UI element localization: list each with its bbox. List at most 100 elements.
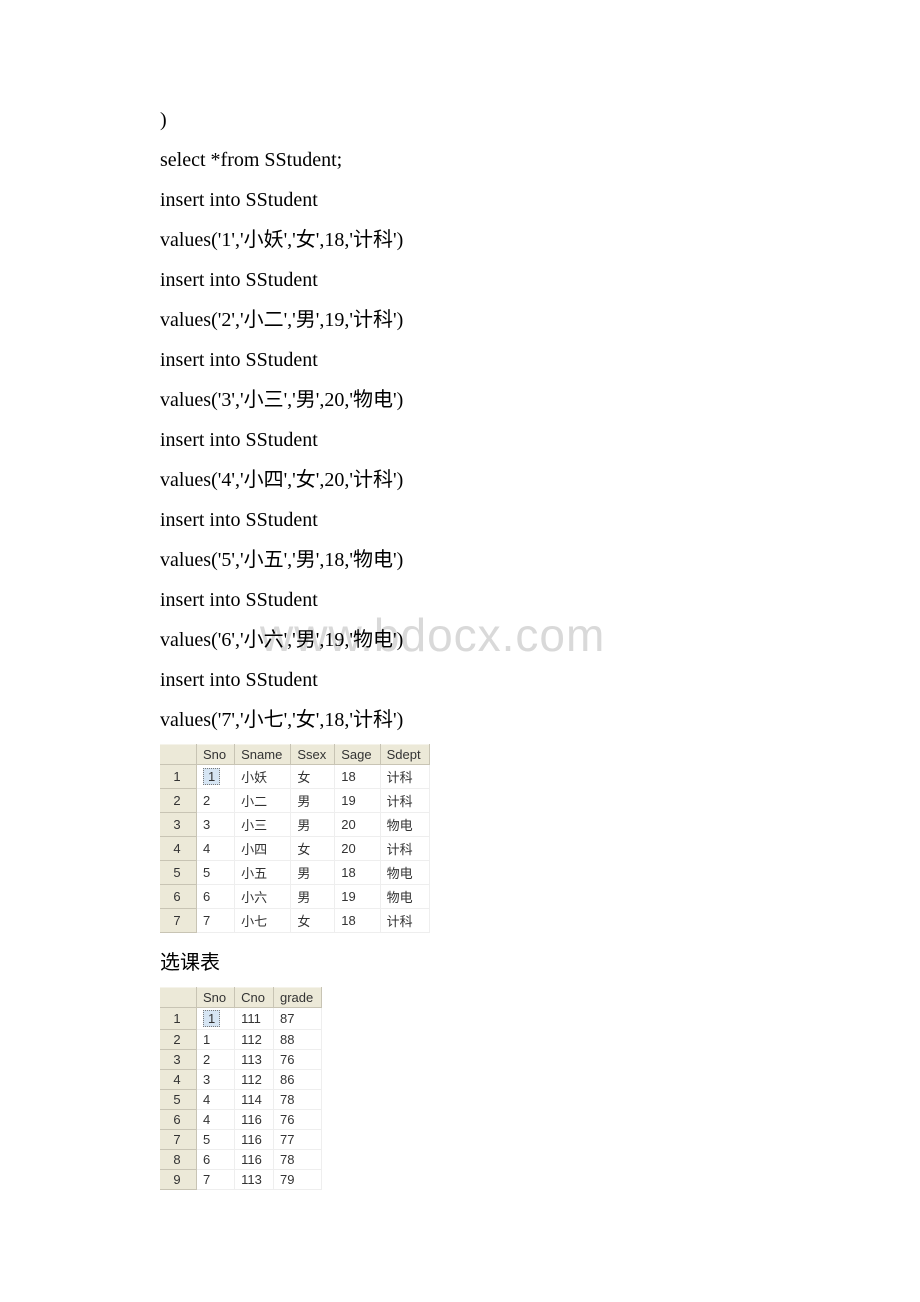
cell-sdept[interactable]: 计科 xyxy=(380,909,429,933)
cell-ssex[interactable]: 男 xyxy=(291,813,335,837)
cell-grade[interactable]: 77 xyxy=(274,1130,322,1150)
table-row[interactable]: 6 4 116 76 xyxy=(160,1110,322,1130)
cell-cno[interactable]: 113 xyxy=(235,1050,274,1070)
cell-grade[interactable]: 88 xyxy=(274,1030,322,1050)
cell-cno[interactable]: 116 xyxy=(235,1110,274,1130)
table-row[interactable]: 4 3 112 86 xyxy=(160,1070,322,1090)
row-number[interactable]: 9 xyxy=(160,1170,197,1190)
col-header[interactable]: Sdept xyxy=(380,745,429,765)
cell-sname[interactable]: 小七 xyxy=(235,909,291,933)
cell-cno[interactable]: 112 xyxy=(235,1070,274,1090)
selected-cell[interactable]: 1 xyxy=(203,768,220,785)
table-row[interactable]: 7 7 小七 女 18 计科 xyxy=(160,909,429,933)
cell-grade[interactable]: 79 xyxy=(274,1170,322,1190)
table-row[interactable]: 3 2 113 76 xyxy=(160,1050,322,1070)
cell-sname[interactable]: 小五 xyxy=(235,861,291,885)
table-row[interactable]: 2 2 小二 男 19 计科 xyxy=(160,789,429,813)
table-row[interactable]: 2 1 112 88 xyxy=(160,1030,322,1050)
cell-sno[interactable]: 6 xyxy=(197,885,235,909)
table-row[interactable]: 4 4 小四 女 20 计科 xyxy=(160,837,429,861)
cell-sage[interactable]: 18 xyxy=(335,861,380,885)
cell-ssex[interactable]: 女 xyxy=(291,765,335,789)
selected-cell[interactable]: 1 xyxy=(203,1010,220,1027)
cell-cno[interactable]: 113 xyxy=(235,1170,274,1190)
table-row[interactable]: 1 1 111 87 xyxy=(160,1008,322,1030)
row-number[interactable]: 2 xyxy=(160,1030,197,1050)
table-row[interactable]: 8 6 116 78 xyxy=(160,1150,322,1170)
row-number[interactable]: 7 xyxy=(160,909,197,933)
cell-grade[interactable]: 78 xyxy=(274,1150,322,1170)
cell-sno[interactable]: 4 xyxy=(197,837,235,861)
cell-sname[interactable]: 小六 xyxy=(235,885,291,909)
cell-sno[interactable]: 7 xyxy=(197,1170,235,1190)
cell-grade[interactable]: 87 xyxy=(274,1008,322,1030)
col-header[interactable]: Sage xyxy=(335,745,380,765)
cell-sage[interactable]: 18 xyxy=(335,909,380,933)
row-number[interactable]: 6 xyxy=(160,885,197,909)
row-number[interactable]: 1 xyxy=(160,1008,197,1030)
col-header[interactable]: Cno xyxy=(235,988,274,1008)
cell-sname[interactable]: 小四 xyxy=(235,837,291,861)
cell-sno[interactable]: 2 xyxy=(197,789,235,813)
cell-sdept[interactable]: 计科 xyxy=(380,837,429,861)
cell-cno[interactable]: 111 xyxy=(235,1008,274,1030)
row-number[interactable]: 8 xyxy=(160,1150,197,1170)
col-header[interactable]: Ssex xyxy=(291,745,335,765)
table-row[interactable]: 7 5 116 77 xyxy=(160,1130,322,1150)
row-number[interactable]: 5 xyxy=(160,861,197,885)
cell-ssex[interactable]: 男 xyxy=(291,885,335,909)
row-number[interactable]: 3 xyxy=(160,813,197,837)
cell-sdept[interactable]: 计科 xyxy=(380,765,429,789)
row-number[interactable]: 3 xyxy=(160,1050,197,1070)
row-number[interactable]: 4 xyxy=(160,837,197,861)
table-row[interactable]: 9 7 113 79 xyxy=(160,1170,322,1190)
cell-sno[interactable]: 4 xyxy=(197,1110,235,1130)
cell-grade[interactable]: 78 xyxy=(274,1090,322,1110)
cell-sname[interactable]: 小二 xyxy=(235,789,291,813)
table-row[interactable]: 6 6 小六 男 19 物电 xyxy=(160,885,429,909)
cell-sage[interactable]: 18 xyxy=(335,765,380,789)
cell-sname[interactable]: 小三 xyxy=(235,813,291,837)
cell-sno[interactable]: 6 xyxy=(197,1150,235,1170)
cell-sno[interactable]: 1 xyxy=(197,1030,235,1050)
table-row[interactable]: 1 1 小妖 女 18 计科 xyxy=(160,765,429,789)
table-row[interactable]: 5 4 114 78 xyxy=(160,1090,322,1110)
cell-sdept[interactable]: 物电 xyxy=(380,861,429,885)
cell-sdept[interactable]: 物电 xyxy=(380,885,429,909)
col-header[interactable]: grade xyxy=(274,988,322,1008)
cell-grade[interactable]: 76 xyxy=(274,1050,322,1070)
row-number[interactable]: 1 xyxy=(160,765,197,789)
cell-sno[interactable]: 1 xyxy=(197,765,235,789)
cell-grade[interactable]: 76 xyxy=(274,1110,322,1130)
col-header[interactable]: Sno xyxy=(197,988,235,1008)
row-number[interactable]: 7 xyxy=(160,1130,197,1150)
cell-sno[interactable]: 3 xyxy=(197,813,235,837)
cell-sno[interactable]: 4 xyxy=(197,1090,235,1110)
cell-sname[interactable]: 小妖 xyxy=(235,765,291,789)
row-number[interactable]: 4 xyxy=(160,1070,197,1090)
cell-grade[interactable]: 86 xyxy=(274,1070,322,1090)
cell-sno[interactable]: 7 xyxy=(197,909,235,933)
cell-sno[interactable]: 5 xyxy=(197,861,235,885)
cell-ssex[interactable]: 女 xyxy=(291,837,335,861)
cell-sno[interactable]: 3 xyxy=(197,1070,235,1090)
table-row[interactable]: 5 5 小五 男 18 物电 xyxy=(160,861,429,885)
cell-ssex[interactable]: 男 xyxy=(291,789,335,813)
col-header[interactable]: Sname xyxy=(235,745,291,765)
cell-ssex[interactable]: 男 xyxy=(291,861,335,885)
cell-sno[interactable]: 2 xyxy=(197,1050,235,1070)
table-row[interactable]: 3 3 小三 男 20 物电 xyxy=(160,813,429,837)
cell-sage[interactable]: 20 xyxy=(335,837,380,861)
col-header[interactable]: Sno xyxy=(197,745,235,765)
cell-cno[interactable]: 116 xyxy=(235,1150,274,1170)
cell-sdept[interactable]: 计科 xyxy=(380,789,429,813)
row-number[interactable]: 5 xyxy=(160,1090,197,1110)
row-number[interactable]: 6 xyxy=(160,1110,197,1130)
cell-sage[interactable]: 19 xyxy=(335,885,380,909)
cell-sage[interactable]: 19 xyxy=(335,789,380,813)
cell-cno[interactable]: 116 xyxy=(235,1130,274,1150)
row-number[interactable]: 2 xyxy=(160,789,197,813)
cell-cno[interactable]: 112 xyxy=(235,1030,274,1050)
cell-sdept[interactable]: 物电 xyxy=(380,813,429,837)
cell-sno[interactable]: 1 xyxy=(197,1008,235,1030)
